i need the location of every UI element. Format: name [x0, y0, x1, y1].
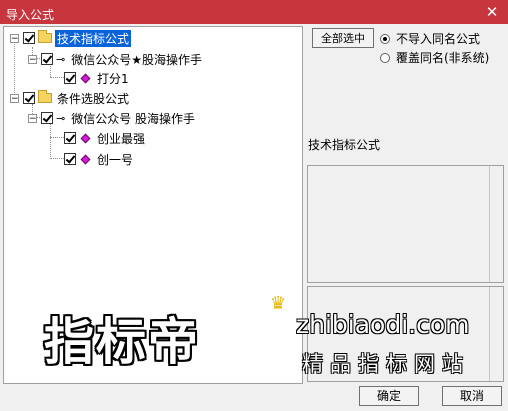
- formula-label[interactable]: 创一号: [95, 151, 135, 168]
- formula-checkbox[interactable]: [64, 132, 76, 144]
- tree-group-label[interactable]: 条件选股公式: [55, 90, 131, 107]
- watermark-url: zhibiaodi.com: [296, 310, 470, 339]
- tree-author-node[interactable]: − ⊸ 微信公众号★股海操作手: [28, 51, 204, 67]
- group-checkbox[interactable]: [23, 32, 35, 44]
- tree-group-label[interactable]: 技术指标公式: [55, 29, 132, 47]
- formula-checkbox[interactable]: [64, 153, 76, 165]
- watermark-logo-text: 指标帝: [44, 313, 200, 371]
- description-label: 技术指标公式: [308, 138, 381, 152]
- crown-icon: ♛: [270, 293, 287, 314]
- folder-icon: [38, 90, 52, 103]
- radio-label[interactable]: 不导入同名公式: [396, 30, 480, 47]
- radio-indicator[interactable]: [380, 33, 390, 44]
- scrollbar[interactable]: [489, 166, 503, 282]
- collapse-icon[interactable]: −: [28, 54, 37, 64]
- tree-formula-item[interactable]: 打分1: [64, 70, 131, 86]
- close-icon[interactable]: ✕: [484, 4, 500, 20]
- tree-connector: [50, 122, 51, 159]
- key-icon: ⊸: [56, 52, 66, 66]
- radio-label[interactable]: 覆盖同名(非系统): [396, 49, 489, 66]
- radio-skip-duplicates[interactable]: 不导入同名公式: [380, 30, 480, 47]
- watermark-slogan: 精品指标网站: [302, 352, 470, 376]
- group-checkbox[interactable]: [23, 92, 35, 104]
- formula-icon: [80, 133, 91, 143]
- tree-formula-item[interactable]: 创业最强: [64, 130, 147, 146]
- tree-group-screening[interactable]: − 条件选股公式: [10, 90, 131, 106]
- tree-formula-item[interactable]: 创一号: [64, 151, 135, 167]
- tree-connector: [50, 77, 64, 78]
- tree-author-label[interactable]: 微信公众号★股海操作手: [69, 51, 204, 68]
- key-icon: ⊸: [56, 111, 66, 125]
- folder-icon: [38, 30, 52, 43]
- collapse-icon[interactable]: −: [28, 113, 37, 123]
- author-checkbox[interactable]: [41, 53, 53, 65]
- formula-label[interactable]: 创业最强: [95, 130, 147, 147]
- formula-icon: [80, 154, 91, 164]
- tree-group-technical[interactable]: − 技术指标公式: [10, 29, 132, 47]
- ok-button[interactable]: 确定: [359, 386, 419, 406]
- tree-author-node[interactable]: − ⊸ 微信公众号 股海操作手: [28, 110, 197, 126]
- description-box[interactable]: [307, 165, 504, 283]
- formula-icon: [80, 73, 91, 83]
- scrollbar[interactable]: [489, 287, 503, 381]
- window-title: 导入公式: [6, 8, 55, 22]
- radio-overwrite-duplicates[interactable]: 覆盖同名(非系统): [380, 49, 489, 66]
- tree-connector: [50, 158, 64, 159]
- author-checkbox[interactable]: [41, 112, 53, 124]
- formula-checkbox[interactable]: [64, 72, 76, 84]
- tree-connector: [14, 41, 15, 97]
- select-all-button[interactable]: 全部选中: [312, 28, 374, 48]
- radio-indicator[interactable]: [380, 52, 390, 63]
- tree-connector: [50, 137, 64, 138]
- collapse-icon[interactable]: −: [10, 33, 19, 43]
- collapse-icon[interactable]: −: [10, 93, 19, 103]
- cancel-button[interactable]: 取消: [442, 386, 502, 406]
- tree-author-label[interactable]: 微信公众号 股海操作手: [69, 110, 197, 127]
- title-bar[interactable]: 导入公式 ✕: [0, 0, 508, 24]
- formula-label[interactable]: 打分1: [95, 70, 131, 87]
